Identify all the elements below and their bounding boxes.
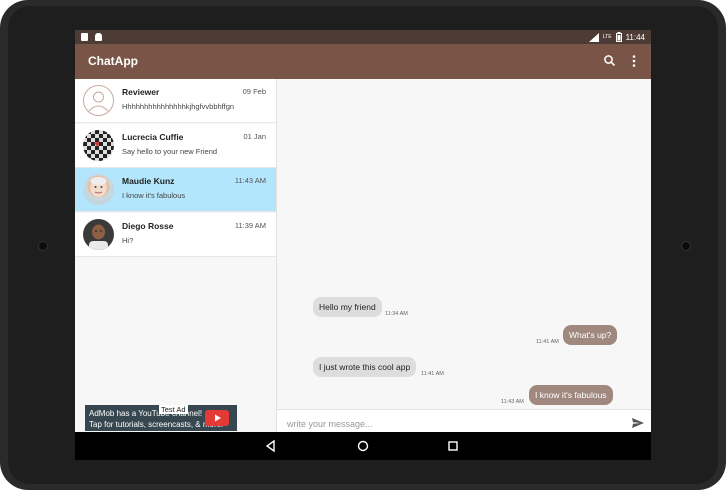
chat-item-lucrecia-cuffie[interactable]: Lucrecia Cuffie 01 Jan Say hello to your… bbox=[75, 124, 276, 168]
clock: 11:44 bbox=[625, 32, 645, 42]
youtube-play-icon bbox=[205, 410, 229, 426]
more-vert-icon[interactable] bbox=[625, 52, 643, 70]
conversation-pane: Hello my friend 11:34 AM What's up? 11:4… bbox=[277, 79, 651, 409]
sd-card-icon bbox=[81, 33, 88, 41]
chat-name: Reviewer bbox=[122, 87, 160, 97]
message-bubble-outgoing: What's up? bbox=[563, 325, 618, 345]
chat-name: Diego Rosse bbox=[122, 221, 174, 231]
camera-dot-right bbox=[681, 241, 691, 251]
notification-icons bbox=[81, 33, 103, 41]
navigation-bar bbox=[75, 432, 651, 460]
status-bar: LTE 11:44 bbox=[75, 30, 651, 44]
camera-dot-left bbox=[38, 241, 48, 251]
chat-name: Lucrecia Cuffie bbox=[122, 132, 184, 142]
battery-icon bbox=[615, 32, 622, 42]
chat-time: 11:43 AM bbox=[234, 176, 266, 185]
message-time: 11:34 AM bbox=[385, 311, 408, 317]
chat-preview: I know it's fabulous bbox=[122, 191, 186, 200]
signal-icon bbox=[588, 32, 599, 42]
chat-item-maudie-kunz[interactable]: Maudie Kunz 11:43 AM I know it's fabulou… bbox=[75, 168, 276, 212]
ad-line-2: Tap for tutorials, screencasts, & more. bbox=[89, 420, 224, 429]
photo-avatar-icon bbox=[83, 174, 114, 205]
default-person-avatar-icon bbox=[83, 85, 114, 116]
chat-preview: Hi? bbox=[122, 236, 134, 245]
photo-avatar-icon bbox=[83, 219, 114, 250]
chat-time: 09 Feb bbox=[242, 87, 266, 96]
divider bbox=[75, 211, 276, 212]
test-ad-badge: Test Ad bbox=[159, 405, 188, 414]
home-icon[interactable] bbox=[356, 439, 370, 453]
checkered-avatar-icon bbox=[83, 130, 114, 161]
chat-name: Maudie Kunz bbox=[122, 176, 175, 186]
network-label: LTE bbox=[602, 34, 612, 40]
chat-list: Reviewer 09 Feb Hhhhhhhhhhhhhhhkjhgfvvbb… bbox=[75, 79, 277, 460]
chat-time: 01 Jan bbox=[243, 132, 266, 141]
divider bbox=[75, 122, 276, 123]
app-bar: ChatApp bbox=[75, 44, 651, 79]
message-bubble-incoming: Hello my friend bbox=[313, 297, 382, 317]
chat-item-reviewer[interactable]: Reviewer 09 Feb Hhhhhhhhhhhhhhhkjhgfvvbb… bbox=[75, 79, 276, 123]
android-icon bbox=[95, 33, 102, 41]
send-icon[interactable] bbox=[631, 416, 645, 430]
message-time: 11:41 AM bbox=[536, 339, 559, 345]
recents-icon[interactable] bbox=[446, 439, 460, 453]
message-time: 11:41 AM bbox=[421, 371, 444, 377]
ad-banner[interactable]: AdMob has a YouTube channel! Tap for tut… bbox=[85, 405, 237, 431]
chat-time: 11:39 AM bbox=[234, 221, 266, 230]
message-time: 11:43 AM bbox=[501, 399, 524, 405]
app-screen: LTE 11:44 ChatApp Reviewer 09 Feb Hhhhhh… bbox=[75, 30, 651, 460]
search-icon[interactable] bbox=[601, 52, 619, 70]
chat-item-diego-rosse[interactable]: Diego Rosse 11:39 AM Hi? bbox=[75, 213, 276, 257]
back-icon[interactable] bbox=[264, 439, 278, 453]
app-title: ChatApp bbox=[88, 54, 138, 68]
chat-preview: Hhhhhhhhhhhhhhhkjhgfvvbbhffgn bbox=[122, 102, 235, 111]
message-input[interactable] bbox=[285, 415, 619, 433]
message-bubble-outgoing: I know it's fabulous bbox=[529, 385, 613, 405]
chat-preview: Say hello to your new Friend bbox=[122, 147, 218, 156]
status-indicators: LTE 11:44 bbox=[588, 32, 645, 42]
message-bubble-incoming: I just wrote this cool app bbox=[313, 357, 417, 377]
divider bbox=[75, 256, 276, 257]
